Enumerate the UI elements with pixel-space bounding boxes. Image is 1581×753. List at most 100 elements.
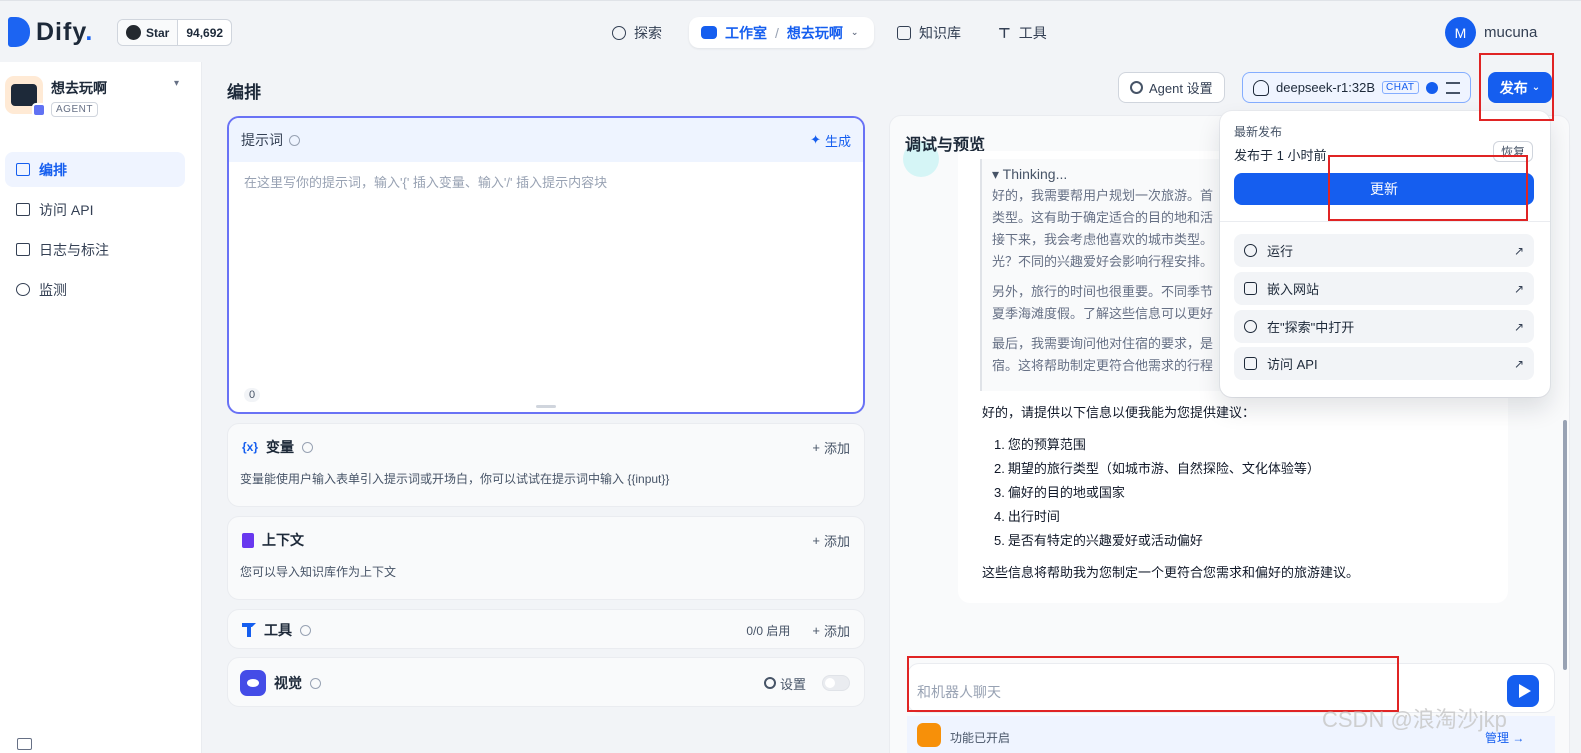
nav-tools-label: 工具 xyxy=(1018,25,1047,41)
generate-button[interactable]: ✦ 生成 xyxy=(810,131,851,150)
github-icon xyxy=(126,25,141,40)
menu-item-api[interactable]: 访问 API ↗ xyxy=(1234,347,1534,380)
add-label: 添加 xyxy=(823,533,850,549)
list-item: 3. 偏好的目的地或国家 xyxy=(994,485,1125,500)
plus-icon: + xyxy=(812,532,820,548)
model-mode-badge: CHAT xyxy=(1382,81,1419,94)
document-icon xyxy=(242,532,254,548)
star-label: Star xyxy=(146,25,170,40)
annotation-box-publish xyxy=(1479,53,1554,121)
external-arrow-icon: ↗ xyxy=(1513,243,1524,258)
sidebar-item-label: 日志与标注 xyxy=(39,241,109,258)
context-description: 您可以导入知识库作为上下文 xyxy=(240,565,397,579)
help-icon[interactable] xyxy=(289,134,300,146)
external-arrow-icon: ↗ xyxy=(1513,319,1524,334)
agent-settings-label: Agent 设置 xyxy=(1149,81,1213,96)
help-icon[interactable] xyxy=(300,624,311,636)
brand-dot: . xyxy=(85,17,94,46)
help-icon[interactable] xyxy=(302,441,314,453)
add-variable-button[interactable]: + 添加 xyxy=(812,438,850,457)
app-name: 想去玩啊 xyxy=(51,80,107,96)
model-params-icon[interactable] xyxy=(1446,81,1460,94)
page-title: 编排 xyxy=(227,83,261,102)
variables-description: 变量能使用户输入表单引入提示词或开场白，你可以试试在提示词中输入 {{input… xyxy=(240,472,670,486)
model-name: deepseek-r1:32B xyxy=(1276,80,1376,95)
chevron-down-icon[interactable]: ▾ xyxy=(174,78,179,89)
model-selector[interactable]: deepseek-r1:32B CHAT xyxy=(1242,72,1471,103)
doc-icon xyxy=(1244,357,1257,370)
resize-handle[interactable] xyxy=(536,405,556,408)
vision-panel: 视觉 设置 xyxy=(227,657,865,707)
answer-list: 1. 您的预算范围 2. 期望的旅行类型（如城市游、自然探险、文化体验等） 3. 偏好… xyxy=(982,433,1359,553)
github-star-button[interactable]: Star 94,692 xyxy=(117,19,233,46)
robot-icon xyxy=(701,26,717,39)
nav-knowledge-label: 知识库 xyxy=(919,25,961,41)
embed-icon xyxy=(1244,282,1257,295)
nav-studio[interactable]: 工作室 / 想去玩啊 ⌄ xyxy=(689,17,875,48)
top-bar: Dify. Star 94,692 探索 工作室 / 想去玩啊 ⌄ 知识库 ⊤ … xyxy=(0,0,1581,62)
menu-item-open-explore[interactable]: 在"探索"中打开 ↗ xyxy=(1234,310,1534,343)
gauge-icon xyxy=(16,283,30,296)
terminal-icon xyxy=(16,203,30,216)
user-menu[interactable]: M mucuna xyxy=(1445,17,1537,48)
scrollbar[interactable] xyxy=(1563,420,1567,670)
play-icon xyxy=(1244,244,1257,257)
sidebar-item-logs[interactable]: 日志与标注 xyxy=(5,232,185,267)
nav-knowledge[interactable]: 知识库 xyxy=(897,23,961,43)
vision-toggle[interactable] xyxy=(822,675,850,691)
menu-item-embed[interactable]: 嵌入网站 ↗ xyxy=(1234,272,1534,305)
list-item: 2. 期望的旅行类型（如城市游、自然探险、文化体验等） xyxy=(994,461,1320,476)
current-app-selector[interactable]: 想去玩啊 xyxy=(787,23,843,43)
sidebar-item-monitor[interactable]: 监测 xyxy=(5,272,185,307)
logo-mark-icon xyxy=(8,17,30,47)
app-type-badge: AGENT xyxy=(51,102,98,117)
menu-item-label: 运行 xyxy=(1267,244,1294,259)
agent-settings-button[interactable]: Agent 设置 xyxy=(1118,72,1225,103)
vision-settings-button[interactable]: 设置 xyxy=(763,674,806,693)
gear-icon xyxy=(1130,81,1143,94)
divider xyxy=(1220,221,1550,222)
list-item: 1. 您的预算范围 xyxy=(994,437,1086,452)
sidebar-item-api[interactable]: 访问 API xyxy=(5,192,185,227)
context-panel: 上下文 + 添加 您可以导入知识库作为上下文 xyxy=(227,516,865,600)
nav-explore-label: 探索 xyxy=(634,25,662,41)
sidebar-item-label: 访问 API xyxy=(39,201,94,218)
context-title: 上下文 xyxy=(262,532,304,548)
help-icon[interactable] xyxy=(310,677,321,689)
menu-item-label: 访问 API xyxy=(1267,357,1318,372)
nav-tools[interactable]: ⊤ 工具 xyxy=(998,23,1047,43)
list-item: 5. 是否有特定的兴趣爱好或活动偏好 xyxy=(994,533,1203,548)
avatar: M xyxy=(1445,17,1476,48)
prompt-input[interactable]: 在这里写你的提示词，输入'{' 插入变量、输入'/' 插入提示内容块 xyxy=(244,172,607,191)
add-context-button[interactable]: + 添加 xyxy=(812,531,850,550)
user-name: mucuna xyxy=(1484,24,1538,41)
add-label: 添加 xyxy=(823,440,850,456)
answer-closing: 这些信息将帮助我为您制定一个更符合您需求和偏好的旅游建议。 xyxy=(982,565,1360,580)
dify-logo[interactable]: Dify. xyxy=(8,17,93,47)
sidebar-item-orchestrate[interactable]: 编排 xyxy=(5,152,185,187)
add-label: 添加 xyxy=(823,623,850,639)
watermark: CSDN @浪淘沙jkp xyxy=(1322,707,1507,732)
plus-icon: + xyxy=(812,622,820,638)
add-tool-button[interactable]: + 添加 xyxy=(812,621,850,640)
tools-enabled-count: 0/0 启用 xyxy=(746,623,791,638)
plus-icon: + xyxy=(812,439,820,455)
app-icon xyxy=(5,76,46,117)
vision-eye-icon xyxy=(1425,81,1438,94)
book-icon xyxy=(897,26,911,40)
nav-studio-label: 工作室 xyxy=(725,24,767,41)
nav-explore[interactable]: 探索 xyxy=(612,23,662,43)
collapse-sidebar-icon[interactable] xyxy=(17,738,32,750)
compass-icon xyxy=(612,26,626,40)
layout-icon xyxy=(16,163,30,176)
menu-item-run[interactable]: 运行 ↗ xyxy=(1234,234,1534,267)
list-item: 4. 出行时间 xyxy=(994,509,1060,524)
sparkle-icon: ✦ xyxy=(810,132,821,147)
send-button[interactable] xyxy=(1507,675,1539,707)
agent-badge-icon xyxy=(32,103,46,117)
brand-name: Dify xyxy=(36,17,86,46)
answer-text: 好的，请提供以下信息以便我能为您提供建议： 1. 您的预算范围 2. 期望的旅行类型… xyxy=(982,401,1359,585)
app-header[interactable]: 想去玩啊 AGENT xyxy=(5,76,107,117)
feature-icon xyxy=(917,723,941,747)
latest-publish-label: 最新发布 xyxy=(1234,125,1283,139)
